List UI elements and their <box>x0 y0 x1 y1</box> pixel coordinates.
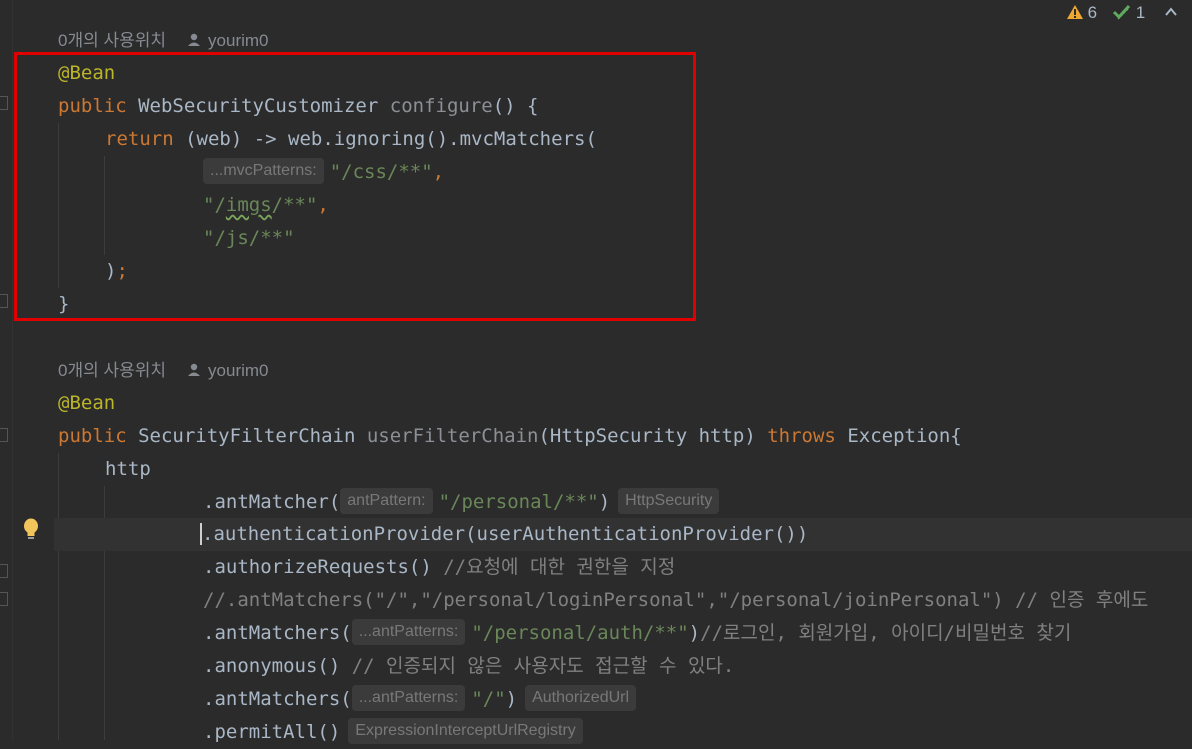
variable: http <box>105 458 151 480</box>
fold-marker[interactable] <box>0 294 8 308</box>
code-line[interactable]: .authenticationProvider(userAuthenticati… <box>200 518 808 551</box>
code-line[interactable]: public SecurityFilterChain userFilterCha… <box>58 420 962 453</box>
fold-marker[interactable] <box>0 564 8 578</box>
text-caret <box>200 522 202 545</box>
string-literal: "/" <box>471 688 506 710</box>
code-line[interactable]: @Bean <box>58 387 115 420</box>
usage-count[interactable]: 0개의 사용위치 <box>58 361 166 380</box>
type-hint: HttpSecurity <box>618 487 720 514</box>
code-line[interactable]: .antMatchers(...antPatterns: "/personal/a… <box>203 617 1071 650</box>
method-name: userFilterChain <box>366 425 539 447</box>
punctuation: ) <box>688 622 701 644</box>
type-hint: AuthorizedUrl <box>525 684 637 711</box>
user-icon <box>188 363 201 376</box>
warning-count: 6 <box>1087 3 1098 22</box>
warning-icon <box>1066 5 1083 19</box>
punctuation: ) <box>598 491 611 513</box>
code-text: .antMatchers( <box>203 688 352 710</box>
code-text: .anonymous() <box>203 655 352 677</box>
code-line[interactable]: .permitAll() ExpressionInterceptUrlRegist… <box>203 716 589 749</box>
string-literal: "/personal/**" <box>438 491 599 513</box>
keyword: throws <box>767 425 836 447</box>
user-icon <box>188 33 201 46</box>
usage-count[interactable]: 0개의 사용위치 <box>58 31 166 50</box>
code-line[interactable]: http <box>105 453 151 486</box>
code-text: .antMatchers( <box>203 622 352 644</box>
code-text: Exception{ <box>835 425 962 447</box>
author-name[interactable]: yourim0 <box>208 361 268 380</box>
code-text: .authenticationProvider(userAuthenticati… <box>202 523 809 545</box>
indent-guide <box>58 453 59 740</box>
inspection-status[interactable]: 6 1 <box>1066 0 1178 24</box>
editor-gutter <box>0 0 13 740</box>
check-count: 1 <box>1135 3 1146 22</box>
code-text: (HttpSecurity http) <box>538 425 768 447</box>
punctuation: ) <box>505 688 518 710</box>
usage-hint[interactable]: 0개의 사용위치 yourim0 <box>58 354 269 387</box>
code-text: .antMatcher( <box>203 491 341 513</box>
comment: //로그인, 회원가입, 아이디/비밀번호 찾기 <box>700 622 1072 644</box>
code-text: .authorizeRequests() <box>203 556 444 578</box>
parameter-hint: ...antPatterns: <box>351 684 466 711</box>
parameter-hint: ...antPatterns: <box>351 618 466 645</box>
lightbulb-icon[interactable] <box>22 518 40 542</box>
parameter-hint: antPattern: <box>340 487 433 514</box>
comment: // 인증되지 않은 사용자도 접근할 수 있다. <box>351 655 735 677</box>
type-name: SecurityFilterChain <box>138 425 367 447</box>
annotation: @Bean <box>58 392 116 414</box>
string-literal: "/personal/auth/**" <box>471 622 689 644</box>
code-line[interactable]: //.antMatchers("/","/personal/loginPerso… <box>203 584 1148 617</box>
weak-warning-icon <box>1112 4 1130 20</box>
author-name[interactable]: yourim0 <box>208 31 268 50</box>
code-line[interactable]: .authorizeRequests() //요청에 대한 권한을 지정 <box>203 551 675 584</box>
code-line[interactable]: .antMatcher(antPattern: "/personal/**") Ht… <box>203 486 725 519</box>
fold-marker[interactable] <box>0 428 8 442</box>
chevron-up-icon[interactable] <box>1164 5 1178 19</box>
comment: //.antMatchers("/","/personal/loginPerso… <box>203 589 1149 611</box>
fold-marker[interactable] <box>0 592 8 606</box>
code-line[interactable]: .antMatchers(...antPatterns: "/") Authoriz… <box>203 683 642 716</box>
fold-marker[interactable] <box>0 96 8 110</box>
code-line[interactable]: .anonymous() // 인증되지 않은 사용자도 접근할 수 있다. <box>203 650 734 683</box>
comment: //요청에 대한 권한을 지정 <box>443 556 676 578</box>
keyword: public <box>58 425 139 447</box>
highlight-box <box>14 52 696 321</box>
